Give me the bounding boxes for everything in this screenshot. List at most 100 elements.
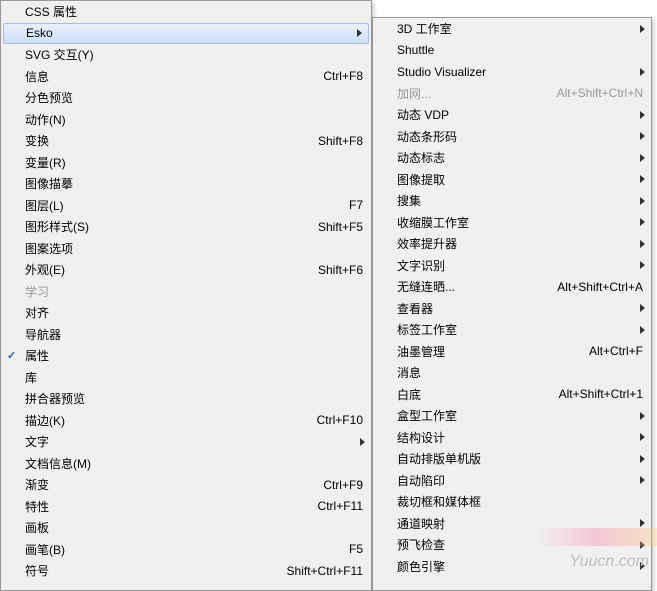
chevron-right-icon (640, 68, 645, 76)
main_menu-item-26[interactable]: 符号Shift+Ctrl+F11 (1, 560, 371, 582)
chevron-right-icon (640, 433, 645, 441)
main_menu-item-1[interactable]: Esko (3, 23, 369, 45)
menu-item-label: 信息 (25, 68, 303, 85)
chevron-right-icon (640, 519, 645, 527)
sub_menu-item-4[interactable]: 动态 VDP (373, 104, 651, 126)
menu-item-label: 图案选项 (25, 240, 363, 257)
menu-item-label: 学习 (25, 283, 363, 300)
sub_menu-item-16[interactable]: 消息 (373, 362, 651, 384)
sub_menu-item-15[interactable]: 油墨管理Alt+Ctrl+F (373, 341, 651, 363)
sub_menu-item-1[interactable]: Shuttle (373, 40, 651, 62)
sub_menu-item-20[interactable]: 自动排版单机版 (373, 448, 651, 470)
menu-item-label: 属性 (25, 347, 363, 364)
main_menu-item-16[interactable]: ✓ 属性 (1, 345, 371, 367)
main_menu-item-23[interactable]: 特性Ctrl+F11 (1, 496, 371, 518)
main_menu-item-8[interactable]: 图像描摹 (1, 173, 371, 195)
main_menu-item-15[interactable]: 导航器 (1, 324, 371, 346)
sub_menu-item-17[interactable]: 白底Alt+Shift+Ctrl+1 (373, 384, 651, 406)
main_menu-item-22[interactable]: 渐变Ctrl+F9 (1, 474, 371, 496)
chevron-right-icon (640, 476, 645, 484)
sub_menu-item-13[interactable]: 查看器 (373, 298, 651, 320)
main_menu-item-2[interactable]: SVG 交互(Y) (1, 44, 371, 66)
main_menu-item-12[interactable]: 外观(E)Shift+F6 (1, 259, 371, 281)
chevron-right-icon (640, 455, 645, 463)
main_menu-item-5[interactable]: 动作(N) (1, 109, 371, 131)
sub_menu-item-8[interactable]: 搜集 (373, 190, 651, 212)
main_menu-item-3[interactable]: 信息 Ctrl+F8 (1, 66, 371, 88)
menu-item-label: Studio Visualizer (397, 65, 643, 79)
menu-item-label: 变换 (25, 132, 298, 149)
menu-item-label: 加网... (397, 85, 537, 102)
menu-item-label: 文档信息(M) (25, 455, 363, 472)
main_menu-item-24[interactable]: 画板 (1, 517, 371, 539)
sub_menu-item-24[interactable]: 预飞检查 (373, 534, 651, 556)
sub_menu-item-7[interactable]: 图像提取 (373, 169, 651, 191)
main_menu-item-21[interactable]: 文档信息(M) (1, 453, 371, 475)
menu-item-shortcut: Ctrl+F10 (317, 413, 363, 427)
menu-item-label: 文字 (25, 433, 363, 450)
main_menu-item-9[interactable]: 图层(L)F7 (1, 195, 371, 217)
menu-item-shortcut: Alt+Shift+Ctrl+N (557, 86, 643, 100)
menu-item-label: 符号 (25, 562, 267, 579)
main_menu-item-7[interactable]: 变量(R) (1, 152, 371, 174)
chevron-right-icon (640, 412, 645, 420)
menu-item-label: 库 (25, 369, 363, 386)
menu-item-label: 收缩膜工作室 (397, 214, 643, 231)
sub_menu-item-19[interactable]: 结构设计 (373, 427, 651, 449)
menu-item-label: 结构设计 (397, 429, 643, 446)
main_menu-item-6[interactable]: 变换Shift+F8 (1, 130, 371, 152)
menu-item-label: SVG 交互(Y) (25, 46, 363, 63)
chevron-right-icon (360, 438, 365, 446)
main_menu-item-14[interactable]: 对齐 (1, 302, 371, 324)
menu-item-shortcut: Ctrl+F8 (323, 69, 363, 83)
menu-item-label: 3D 工作室 (397, 20, 643, 37)
menu-item-label: 动态 VDP (397, 106, 643, 123)
sub_menu-item-12[interactable]: 无缝连晒...Alt+Shift+Ctrl+A (373, 276, 651, 298)
check-icon: ✓ (7, 349, 16, 362)
menu-item-label: 图层(L) (25, 197, 329, 214)
sub_menu-item-23[interactable]: 通道映射 (373, 513, 651, 535)
sub_menu-item-9[interactable]: 收缩膜工作室 (373, 212, 651, 234)
chevron-right-icon (640, 154, 645, 162)
main_menu-item-4[interactable]: 分色预览 (1, 87, 371, 109)
menu-item-label: 特性 (25, 498, 298, 515)
main_menu-item-17[interactable]: 库 (1, 367, 371, 389)
sub_menu-item-21[interactable]: 自动陷印 (373, 470, 651, 492)
sub_menu-item-10[interactable]: 效率提升器 (373, 233, 651, 255)
sub_menu-item-25[interactable]: 颜色引擎 (373, 556, 651, 578)
chevron-right-icon (640, 175, 645, 183)
menu-item-label: 颜色引擎 (397, 558, 643, 575)
sub_menu-item-2[interactable]: Studio Visualizer (373, 61, 651, 83)
main_menu-item-19[interactable]: 描边(K)Ctrl+F10 (1, 410, 371, 432)
menu-item-label: Shuttle (397, 43, 643, 57)
menu-item-label: 图像描摹 (25, 175, 363, 192)
menu-item-label: 预飞检查 (397, 536, 643, 553)
main_menu-item-10[interactable]: 图形样式(S)Shift+F5 (1, 216, 371, 238)
sub_menu-item-11[interactable]: 文字识别 (373, 255, 651, 277)
menu-item-label: 图像提取 (397, 171, 643, 188)
chevron-right-icon (640, 25, 645, 33)
chevron-right-icon (640, 541, 645, 549)
menu-item-shortcut: Shift+F5 (318, 220, 363, 234)
menu-item-label: 动作(N) (25, 111, 363, 128)
menu-item-label: 裁切框和媒体框 (397, 493, 643, 510)
main_menu-item-18[interactable]: 拼合器预览 (1, 388, 371, 410)
menu-item-label: 动态标志 (397, 149, 643, 166)
chevron-right-icon (640, 261, 645, 269)
sub_menu-item-22[interactable]: 裁切框和媒体框 (373, 491, 651, 513)
sub_menu-item-18[interactable]: 盒型工作室 (373, 405, 651, 427)
main_menu-item-0[interactable]: CSS 属性 (1, 1, 371, 23)
main_menu-item-20[interactable]: 文字 (1, 431, 371, 453)
sub_menu-item-5[interactable]: 动态条形码 (373, 126, 651, 148)
main_menu-item-11[interactable]: 图案选项 (1, 238, 371, 260)
sub_menu-item-0[interactable]: 3D 工作室 (373, 18, 651, 40)
menu-item-shortcut: Shift+F6 (318, 263, 363, 277)
menu-item-label: 通道映射 (397, 515, 643, 532)
menu-item-shortcut: F5 (349, 542, 363, 556)
menu-item-label: 画板 (25, 519, 363, 536)
sub_menu-item-3: 加网... Alt+Shift+Ctrl+N (373, 83, 651, 105)
sub_menu-item-6[interactable]: 动态标志 (373, 147, 651, 169)
menu-item-label: 自动陷印 (397, 472, 643, 489)
main_menu-item-25[interactable]: 画笔(B)F5 (1, 539, 371, 561)
sub_menu-item-14[interactable]: 标签工作室 (373, 319, 651, 341)
